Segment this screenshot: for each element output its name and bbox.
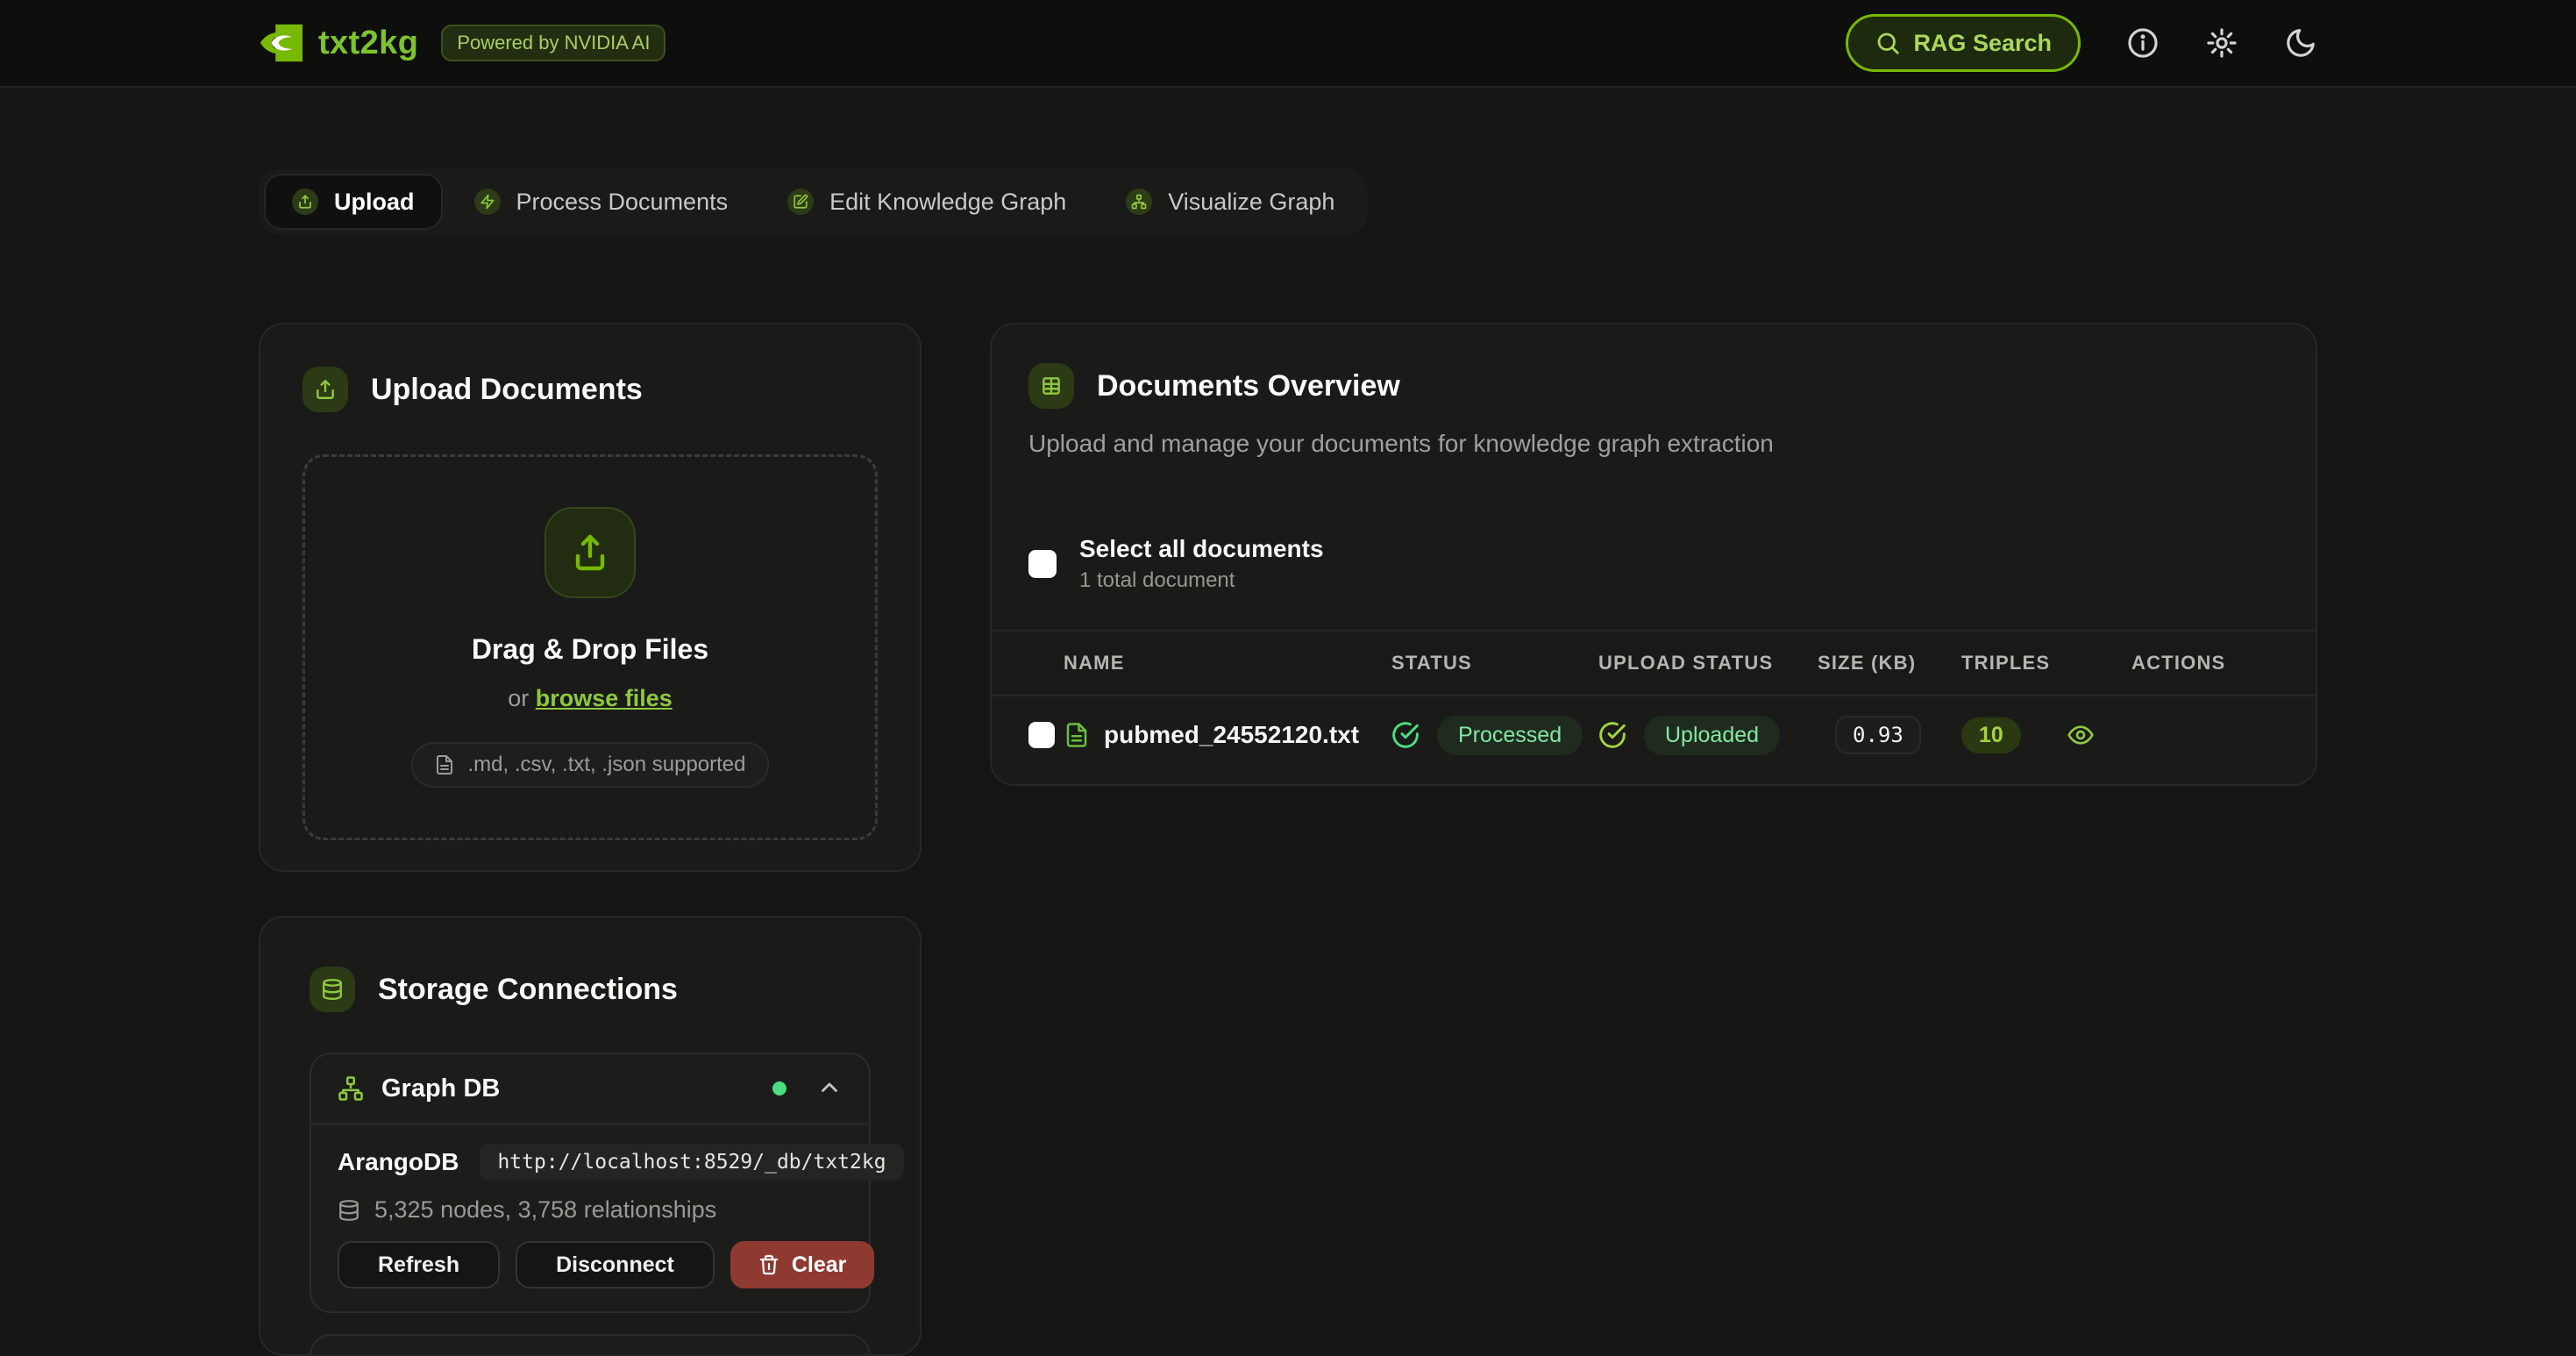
- database-icon: [338, 1199, 360, 1222]
- trash-icon: [758, 1254, 779, 1275]
- gear-icon: [2205, 26, 2238, 60]
- zap-icon: [474, 189, 501, 215]
- column-header-triples: TRIPLES: [1961, 652, 2067, 674]
- select-all-checkbox[interactable]: [1028, 550, 1057, 578]
- document-name: pubmed_24552120.txt: [1104, 721, 1359, 749]
- tab-upload[interactable]: Upload: [266, 175, 441, 228]
- upload-icon: [302, 367, 348, 412]
- rag-search-button[interactable]: RAG Search: [1846, 14, 2081, 72]
- info-button[interactable]: [2126, 26, 2160, 60]
- column-header-size: SIZE (KB): [1818, 652, 1961, 674]
- edit-icon: [787, 189, 814, 215]
- tab-edit-knowledge-graph[interactable]: Edit Knowledge Graph: [761, 175, 1092, 228]
- graph-db-panel: Graph DB ArangoDB http://localhost:8529: [310, 1053, 871, 1313]
- graph-db-label: Graph DB: [381, 1074, 500, 1103]
- file-icon: [434, 754, 455, 775]
- upload-icon: [292, 189, 318, 215]
- search-icon: [1875, 30, 1901, 56]
- upload-documents-card: Upload Documents Drag & Drop Files or br…: [259, 323, 922, 872]
- info-icon: [2126, 26, 2160, 60]
- database-icon: [310, 967, 355, 1012]
- nvidia-logo-icon: [259, 24, 302, 62]
- network-icon: [338, 1075, 364, 1102]
- column-header-status: STATUS: [1391, 652, 1598, 674]
- moon-icon: [2284, 26, 2317, 60]
- graph-db-stats: 5,325 nodes, 3,758 relationships: [338, 1196, 843, 1224]
- storage-card-title: Storage Connections: [378, 973, 678, 1007]
- settings-button[interactable]: [2205, 26, 2238, 60]
- vector-db-header[interactable]: Vector DB: [311, 1336, 869, 1356]
- documents-overview-card: Documents Overview Upload and manage you…: [990, 323, 2317, 786]
- check-circle-icon: [1391, 721, 1420, 749]
- theme-toggle-button[interactable]: [2284, 26, 2317, 60]
- graph-db-header[interactable]: Graph DB: [311, 1054, 869, 1124]
- column-header-actions: ACTIONS: [2067, 652, 2279, 674]
- check-circle-icon: [1598, 721, 1626, 749]
- select-all-label: Select all documents: [1079, 535, 1324, 563]
- view-document-button[interactable]: [2067, 721, 2095, 749]
- table-icon: [1028, 363, 1074, 409]
- upload-card-title: Upload Documents: [371, 373, 643, 407]
- eye-icon: [2067, 721, 2095, 749]
- triples-badge: 10: [1961, 717, 2021, 753]
- app-title: txt2kg: [318, 25, 418, 62]
- clear-button[interactable]: Clear: [730, 1241, 875, 1288]
- dropzone-title: Drag & Drop Files: [472, 633, 708, 666]
- documents-card-title: Documents Overview: [1097, 369, 1400, 403]
- app-header: txt2kg Powered by NVIDIA AI RAG Search: [0, 0, 2576, 88]
- upload-status-badge: Uploaded: [1644, 716, 1780, 755]
- storage-connections-card: Storage Connections Graph DB: [259, 916, 922, 1356]
- network-icon: [1126, 189, 1152, 215]
- documents-table-header: NAME STATUS UPLOAD STATUS SIZE (KB) TRIP…: [992, 630, 2316, 696]
- row-checkbox[interactable]: [1028, 722, 1055, 748]
- size-value: 0.93: [1835, 716, 1921, 754]
- vector-db-panel: Vector DB: [310, 1334, 871, 1356]
- graph-db-provider: ArangoDB: [338, 1148, 459, 1176]
- browse-files-link[interactable]: browse files: [536, 685, 672, 711]
- table-row: pubmed_24552120.txt Processed Uploaded 0…: [992, 696, 2316, 774]
- graph-db-status-dot: [772, 1081, 786, 1096]
- tab-process-documents[interactable]: Process Documents: [448, 175, 755, 228]
- column-header-name: NAME: [1064, 652, 1391, 674]
- status-badge: Processed: [1437, 716, 1583, 755]
- powered-by-badge: Powered by NVIDIA AI: [441, 25, 665, 61]
- chevron-up-icon[interactable]: [816, 1075, 843, 1102]
- column-header-upload-status: UPLOAD STATUS: [1598, 652, 1818, 674]
- tab-visualize-graph[interactable]: Visualize Graph: [1099, 175, 1361, 228]
- dropzone-subtext: or browse files: [508, 685, 672, 712]
- main-tab-bar: Upload Process Documents Edit Knowledge …: [259, 168, 1368, 235]
- upload-icon: [544, 507, 636, 598]
- supported-formats-pill: .md, .csv, .txt, .json supported: [411, 742, 768, 788]
- disconnect-button[interactable]: Disconnect: [516, 1241, 715, 1288]
- graph-db-url: http://localhost:8529/_db/txt2kg: [480, 1144, 903, 1181]
- documents-card-subtitle: Upload and manage your documents for kno…: [1028, 430, 2279, 458]
- refresh-button[interactable]: Refresh: [338, 1241, 500, 1288]
- total-documents-count: 1 total document: [1079, 568, 1324, 593]
- file-dropzone[interactable]: Drag & Drop Files or browse files .md, .…: [302, 454, 878, 840]
- file-text-icon: [1064, 722, 1090, 748]
